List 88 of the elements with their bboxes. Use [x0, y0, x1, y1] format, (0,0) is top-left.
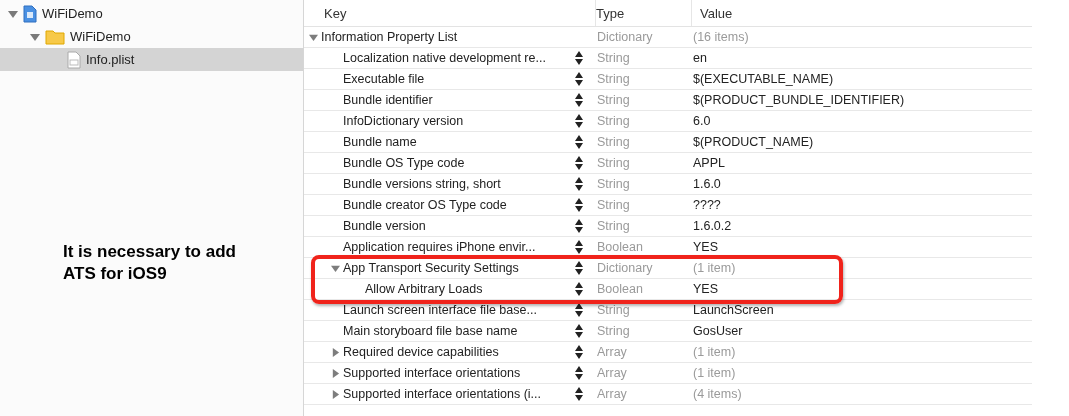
- type-cell-text: Array: [596, 345, 628, 359]
- key-cell-text: App Transport Security Settings: [343, 261, 520, 275]
- document-icon: [67, 50, 81, 69]
- column-header[interactable]: Type: [596, 0, 692, 26]
- type-cell-text: String: [596, 324, 631, 338]
- type-cell-text: Boolean: [596, 282, 644, 296]
- column-header[interactable]: Value: [692, 0, 1032, 26]
- type-cell-text: Dictionary: [596, 30, 654, 44]
- type-cell-text: String: [596, 135, 631, 149]
- disclosure-triangle-icon[interactable]: [30, 31, 40, 42]
- value-cell-text: $(PRODUCT_BUNDLE_IDENTIFIER): [692, 93, 906, 107]
- stepper-icon[interactable]: [575, 198, 583, 212]
- value-cell-text: $(EXECUTABLE_NAME): [692, 72, 835, 86]
- navigator-item[interactable]: Info.plist: [0, 48, 303, 71]
- key-cell-text: Required device capabilities: [343, 345, 500, 359]
- key-cell-text: Executable file: [343, 72, 426, 86]
- stepper-icon[interactable]: [575, 387, 583, 401]
- value-cell-text: ????: [692, 198, 722, 212]
- type-cell-text: String: [596, 156, 631, 170]
- disclosure-triangle-icon[interactable]: [331, 368, 340, 378]
- type-cell-text: Array: [596, 366, 628, 380]
- navigator-item[interactable]: WiFiDemo: [0, 25, 303, 48]
- type-cell-text: String: [596, 303, 631, 317]
- value-cell-text: YES: [692, 282, 719, 296]
- project-file-icon: [23, 4, 37, 23]
- stepper-icon[interactable]: [575, 261, 583, 275]
- key-cell-text: Bundle versions string, short: [343, 177, 502, 191]
- stepper-icon[interactable]: [575, 156, 583, 170]
- key-cell-text: InfoDictionary version: [343, 114, 465, 128]
- value-cell-text: APPL: [692, 156, 726, 170]
- disclosure-triangle-icon[interactable]: [331, 347, 340, 357]
- type-cell-text: String: [596, 114, 631, 128]
- value-cell-text: (4 items): [692, 387, 743, 401]
- value-cell-text: 6.0: [692, 114, 712, 128]
- stepper-icon[interactable]: [575, 345, 583, 359]
- disclosure-triangle-icon[interactable]: [331, 389, 340, 399]
- value-cell-text: YES: [692, 240, 719, 254]
- key-cell-text: Supported interface orientations: [343, 366, 522, 380]
- type-cell-text: Dictionary: [596, 261, 654, 275]
- key-cell-text: Bundle name: [343, 135, 418, 149]
- type-cell-text: Boolean: [596, 240, 644, 254]
- stepper-icon[interactable]: [575, 324, 583, 338]
- stepper-icon[interactable]: [575, 114, 583, 128]
- value-cell-text: (1 item): [692, 261, 737, 275]
- folder-icon: [45, 28, 65, 45]
- navigator-item[interactable]: WiFiDemo: [0, 2, 303, 25]
- stepper-icon[interactable]: [575, 135, 583, 149]
- value-cell-text: $(PRODUCT_NAME): [692, 135, 815, 149]
- type-cell-text: String: [596, 93, 631, 107]
- key-cell-text: Bundle identifier: [343, 93, 434, 107]
- type-cell-text: String: [596, 219, 631, 233]
- stepper-icon[interactable]: [575, 240, 583, 254]
- key-cell-text: Allow Arbitrary Loads: [365, 282, 484, 296]
- value-cell-text: (1 item): [692, 366, 737, 380]
- stepper-icon[interactable]: [575, 303, 583, 317]
- value-cell-text: (16 items): [692, 30, 750, 44]
- type-cell-text: Array: [596, 387, 628, 401]
- key-cell-text: Main storyboard file base name: [343, 324, 519, 338]
- stepper-icon[interactable]: [575, 282, 583, 296]
- value-cell-text: GosUser: [692, 324, 744, 338]
- key-cell-text: Launch screen interface file base...: [343, 303, 538, 317]
- disclosure-triangle-icon[interactable]: [309, 32, 318, 42]
- type-cell-text: String: [596, 51, 631, 65]
- type-cell-text: String: [596, 72, 631, 86]
- value-cell-text: LaunchScreen: [692, 303, 775, 317]
- value-cell-text: 1.6.0: [692, 177, 722, 191]
- stepper-icon[interactable]: [575, 72, 583, 86]
- key-cell-text: Bundle version: [343, 219, 427, 233]
- type-cell-text: String: [596, 198, 631, 212]
- key-cell-text: Bundle OS Type code: [343, 156, 466, 170]
- value-cell-text: 1.6.0.2: [692, 219, 733, 233]
- stepper-icon[interactable]: [575, 93, 583, 107]
- annotation-text: It is necessary to add ATS for iOS9: [63, 241, 237, 285]
- key-cell-text: Localization native development re...: [343, 51, 547, 65]
- stepper-icon[interactable]: [575, 219, 583, 233]
- value-cell-text: (1 item): [692, 345, 737, 359]
- key-cell-text: Information Property List: [321, 30, 459, 44]
- disclosure-triangle-icon[interactable]: [331, 263, 340, 273]
- column-header[interactable]: Key: [304, 0, 596, 26]
- key-cell-text: Supported interface orientations (i...: [343, 387, 543, 401]
- key-cell-text: Application requires iPhone envir...: [343, 240, 537, 254]
- disclosure-triangle-icon[interactable]: [8, 8, 18, 19]
- stepper-icon[interactable]: [575, 366, 583, 380]
- stepper-icon[interactable]: [575, 51, 583, 65]
- key-cell-text: Bundle creator OS Type code: [343, 198, 508, 212]
- value-cell-text: en: [692, 51, 708, 65]
- type-cell-text: String: [596, 177, 631, 191]
- stepper-icon[interactable]: [575, 177, 583, 191]
